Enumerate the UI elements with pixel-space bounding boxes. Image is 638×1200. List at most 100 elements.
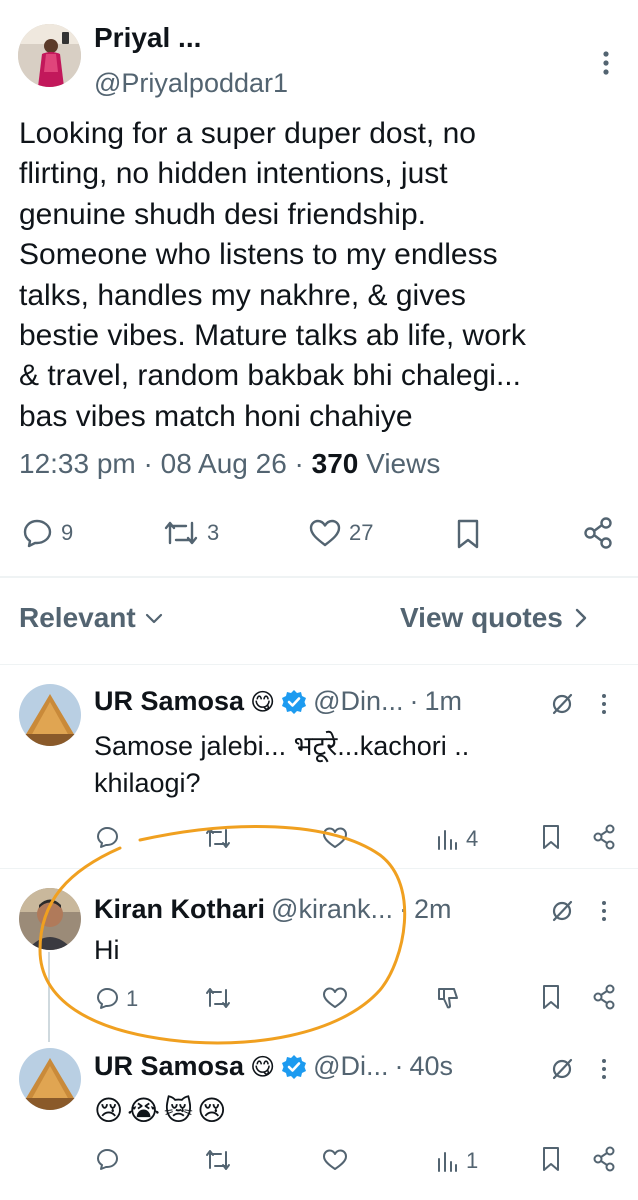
bookmark-icon — [543, 825, 559, 849]
kiran-avatar[interactable] — [19, 888, 81, 950]
reply-count: 1 — [126, 986, 139, 1011]
reply-count: 9 — [61, 520, 74, 545]
reply-author-name[interactable]: Kiran Kothari — [94, 894, 265, 925]
downvote-button[interactable] — [436, 986, 460, 1010]
grok-icon[interactable] — [550, 1057, 574, 1081]
share-button[interactable] — [592, 1146, 616, 1172]
repost-button[interactable] — [205, 986, 231, 1010]
thumbs-down-icon — [438, 988, 458, 1009]
repost-button[interactable] — [205, 1148, 231, 1172]
reply-dot: · — [398, 894, 408, 924]
reply-author-handle[interactable]: @kirank... — [271, 894, 393, 925]
like-button[interactable] — [322, 986, 348, 1010]
view-quotes-label: View quotes — [400, 602, 563, 633]
more-options-icon[interactable] — [596, 48, 616, 78]
share-button[interactable] — [592, 984, 616, 1010]
reply-author-name[interactable]: UR Samosa — [94, 1051, 244, 1082]
heart-icon — [323, 1149, 347, 1170]
bookmark-button[interactable] — [454, 518, 482, 550]
yum-emoji: 😋 — [250, 1052, 276, 1081]
share-icon — [593, 824, 615, 850]
reply-dot: · — [394, 1051, 404, 1081]
more-options-icon[interactable] — [596, 692, 612, 716]
heart-icon — [309, 519, 341, 547]
heart-icon — [323, 827, 347, 848]
more-options-icon[interactable] — [596, 899, 612, 923]
view-quotes-link[interactable]: View quotes — [400, 602, 589, 634]
reply-button[interactable] — [96, 826, 120, 850]
views-count: 370 — [311, 448, 359, 479]
repost-icon — [206, 988, 230, 1008]
verified-badge-icon[interactable] — [281, 689, 307, 715]
yum-emoji: 😋 — [250, 687, 276, 716]
repost-icon — [206, 1150, 230, 1170]
like-button[interactable] — [322, 826, 348, 850]
bookmark-icon — [543, 985, 559, 1009]
tweet-date[interactable]: 08 Aug 26 — [161, 448, 287, 479]
reply-time[interactable]: 1m — [425, 686, 463, 717]
reply-author-handle[interactable]: @Di... — [313, 1051, 388, 1082]
reply-text: Samose jalebi... भटूरे...kachori .. khil… — [94, 731, 470, 798]
like-count: 27 — [349, 520, 374, 545]
bookmark-button[interactable] — [540, 1146, 562, 1172]
views-label: Views — [366, 448, 441, 479]
views-count: 1 — [466, 1148, 479, 1173]
reply-time[interactable]: 2m — [414, 894, 452, 925]
thread-line — [48, 952, 50, 1042]
tweet-text: Looking for a super duper dost, no flirt… — [19, 117, 526, 433]
more-options-icon[interactable] — [596, 1057, 612, 1081]
bookmark-icon — [543, 1147, 559, 1171]
row-divider — [0, 664, 638, 665]
analytics-icon — [438, 830, 457, 850]
reply-button[interactable]: 9 — [22, 518, 73, 548]
meta-separator: · — [294, 448, 312, 479]
samosa-avatar[interactable] — [19, 684, 81, 746]
views-count: 4 — [466, 826, 479, 851]
bookmark-button[interactable] — [540, 824, 562, 850]
reply-text: Hi — [94, 935, 120, 965]
reply-header: UR Samosa 😋 @Di... · 40s — [94, 1051, 453, 1082]
bookmark-button[interactable] — [540, 984, 562, 1010]
reply-icon — [97, 827, 118, 848]
tweet-time: 12:33 pm — [19, 448, 136, 479]
share-button[interactable] — [592, 824, 616, 850]
grok-icon[interactable] — [550, 899, 574, 923]
reply-header: UR Samosa 😋 @Din... · 1m — [94, 686, 462, 717]
reply-time[interactable]: 40s — [410, 1051, 454, 1082]
repost-button[interactable]: 3 — [162, 518, 219, 548]
share-icon — [593, 1146, 615, 1172]
analytics-icon — [438, 1152, 457, 1172]
reply-button[interactable]: 1 — [96, 986, 138, 1012]
reply-author-handle[interactable]: @Din... — [313, 686, 403, 717]
repost-icon — [164, 521, 198, 545]
reply-icon — [97, 988, 118, 1009]
tweet-meta: 12:33 pm · 08 Aug 26 · 370 Views — [19, 448, 440, 480]
chevron-down-icon — [145, 613, 162, 624]
meta-separator: · — [143, 448, 161, 479]
sort-label: Relevant — [19, 602, 136, 633]
chevron-right-icon — [575, 608, 587, 628]
repost-button[interactable] — [205, 826, 231, 850]
reply-icon — [23, 519, 52, 548]
views-button[interactable]: 1 — [436, 1148, 478, 1174]
reply-icon — [97, 1149, 118, 1170]
grok-icon[interactable] — [550, 692, 574, 716]
heart-icon — [323, 987, 347, 1008]
samosa-avatar[interactable] — [19, 1048, 81, 1110]
author-handle[interactable]: @Priyalpoddar1 — [94, 68, 288, 99]
sort-dropdown[interactable]: Relevant — [19, 602, 164, 634]
share-button[interactable] — [582, 516, 614, 550]
row-divider — [0, 868, 638, 869]
author-name[interactable]: Priyal ... — [94, 22, 201, 54]
share-icon — [593, 984, 615, 1010]
like-button[interactable] — [322, 1148, 348, 1172]
share-icon — [584, 517, 612, 549]
reply-text: 😢😭😿😢 — [94, 1094, 231, 1127]
like-button[interactable]: 27 — [308, 518, 373, 548]
author-avatar[interactable] — [18, 24, 81, 87]
reply-author-name[interactable]: UR Samosa — [94, 686, 244, 717]
section-divider — [0, 576, 638, 578]
verified-badge-icon[interactable] — [281, 1054, 307, 1080]
views-button[interactable]: 4 — [436, 826, 478, 852]
reply-button[interactable] — [96, 1148, 120, 1172]
